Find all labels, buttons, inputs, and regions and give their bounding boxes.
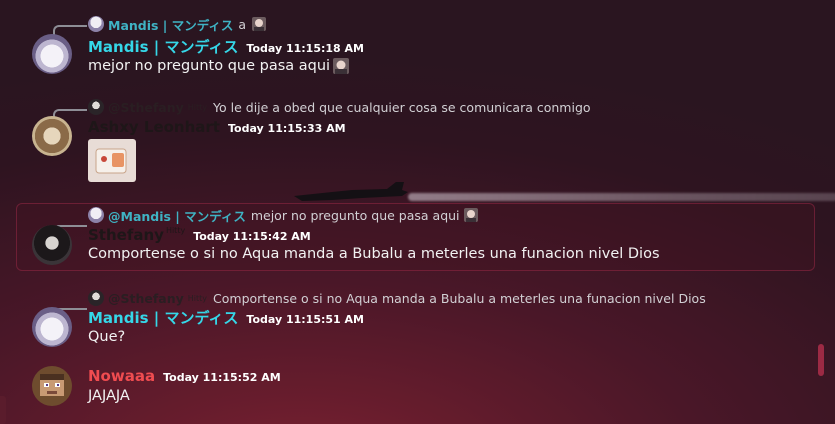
reply-author-tag: Hitty (187, 102, 208, 112)
reply-preview[interactable]: Mandis | マンディス a (88, 15, 268, 33)
avatar[interactable] (32, 116, 72, 156)
reply-preview[interactable]: @Sthefany Hitty Comportense o si no Aqua… (88, 289, 706, 307)
reply-author-tag: Hitty (187, 293, 208, 303)
author-name[interactable]: Ashxy Leonhart (88, 118, 220, 136)
author-tag: Hitty (165, 226, 186, 235)
author-name[interactable]: Nowaaa (88, 367, 155, 385)
avatar[interactable] (32, 307, 72, 347)
author-name[interactable]: Sthefany (88, 226, 164, 244)
message-text: Comportense o si no Aqua manda a Bubalu … (88, 246, 660, 262)
reply-text: a (238, 16, 247, 32)
sticker-image[interactable] (88, 139, 136, 182)
panel-edge (0, 396, 6, 424)
avatar[interactable] (32, 225, 72, 265)
reply-author[interactable]: @Mandis | マンディス (108, 206, 246, 225)
reply-avatar (88, 16, 104, 32)
timestamp: Today 11:15:33 AM (227, 122, 346, 135)
author-name[interactable]: Mandis | マンディス (88, 307, 238, 328)
emoji-image (252, 17, 267, 31)
reply-author[interactable]: @Sthefany (108, 291, 184, 306)
avatar[interactable] (32, 366, 72, 406)
reply-text: mejor no pregunto que pasa aqui (250, 207, 460, 223)
reply-preview[interactable]: @Mandis | マンディス mejor no pregunto que pa… (88, 206, 480, 224)
reply-text: Yo le dije a obed que cualquier cosa se … (213, 99, 591, 115)
timestamp: Today 11:15:18 AM (246, 42, 364, 55)
message-text: Que? (88, 329, 126, 345)
reply-avatar (88, 207, 104, 223)
reply-avatar (88, 290, 104, 306)
timestamp: Today 11:15:52 AM (163, 371, 281, 384)
emoji-image (463, 208, 478, 222)
reply-author[interactable]: Mandis | マンディス (108, 15, 233, 34)
scrollbar-thumb[interactable] (818, 344, 824, 376)
timestamp: Today 11:15:42 AM (193, 230, 311, 243)
reply-preview[interactable]: @Sthefany Hitty Yo le dije a obed que cu… (88, 98, 591, 116)
message-text: mejor no pregunto que pasa aqui (88, 58, 331, 74)
timestamp: Today 11:15:51 AM (246, 313, 364, 326)
emoji-image (333, 58, 350, 74)
contrail (408, 193, 835, 201)
reply-avatar (88, 99, 104, 115)
message-text: JAJAJA (88, 388, 130, 404)
avatar[interactable] (32, 34, 72, 74)
author-name[interactable]: Mandis | マンディス (88, 36, 238, 57)
reply-text: Comportense o si no Aqua manda a Bubalu … (213, 290, 706, 306)
reply-author[interactable]: @Sthefany (108, 100, 184, 115)
